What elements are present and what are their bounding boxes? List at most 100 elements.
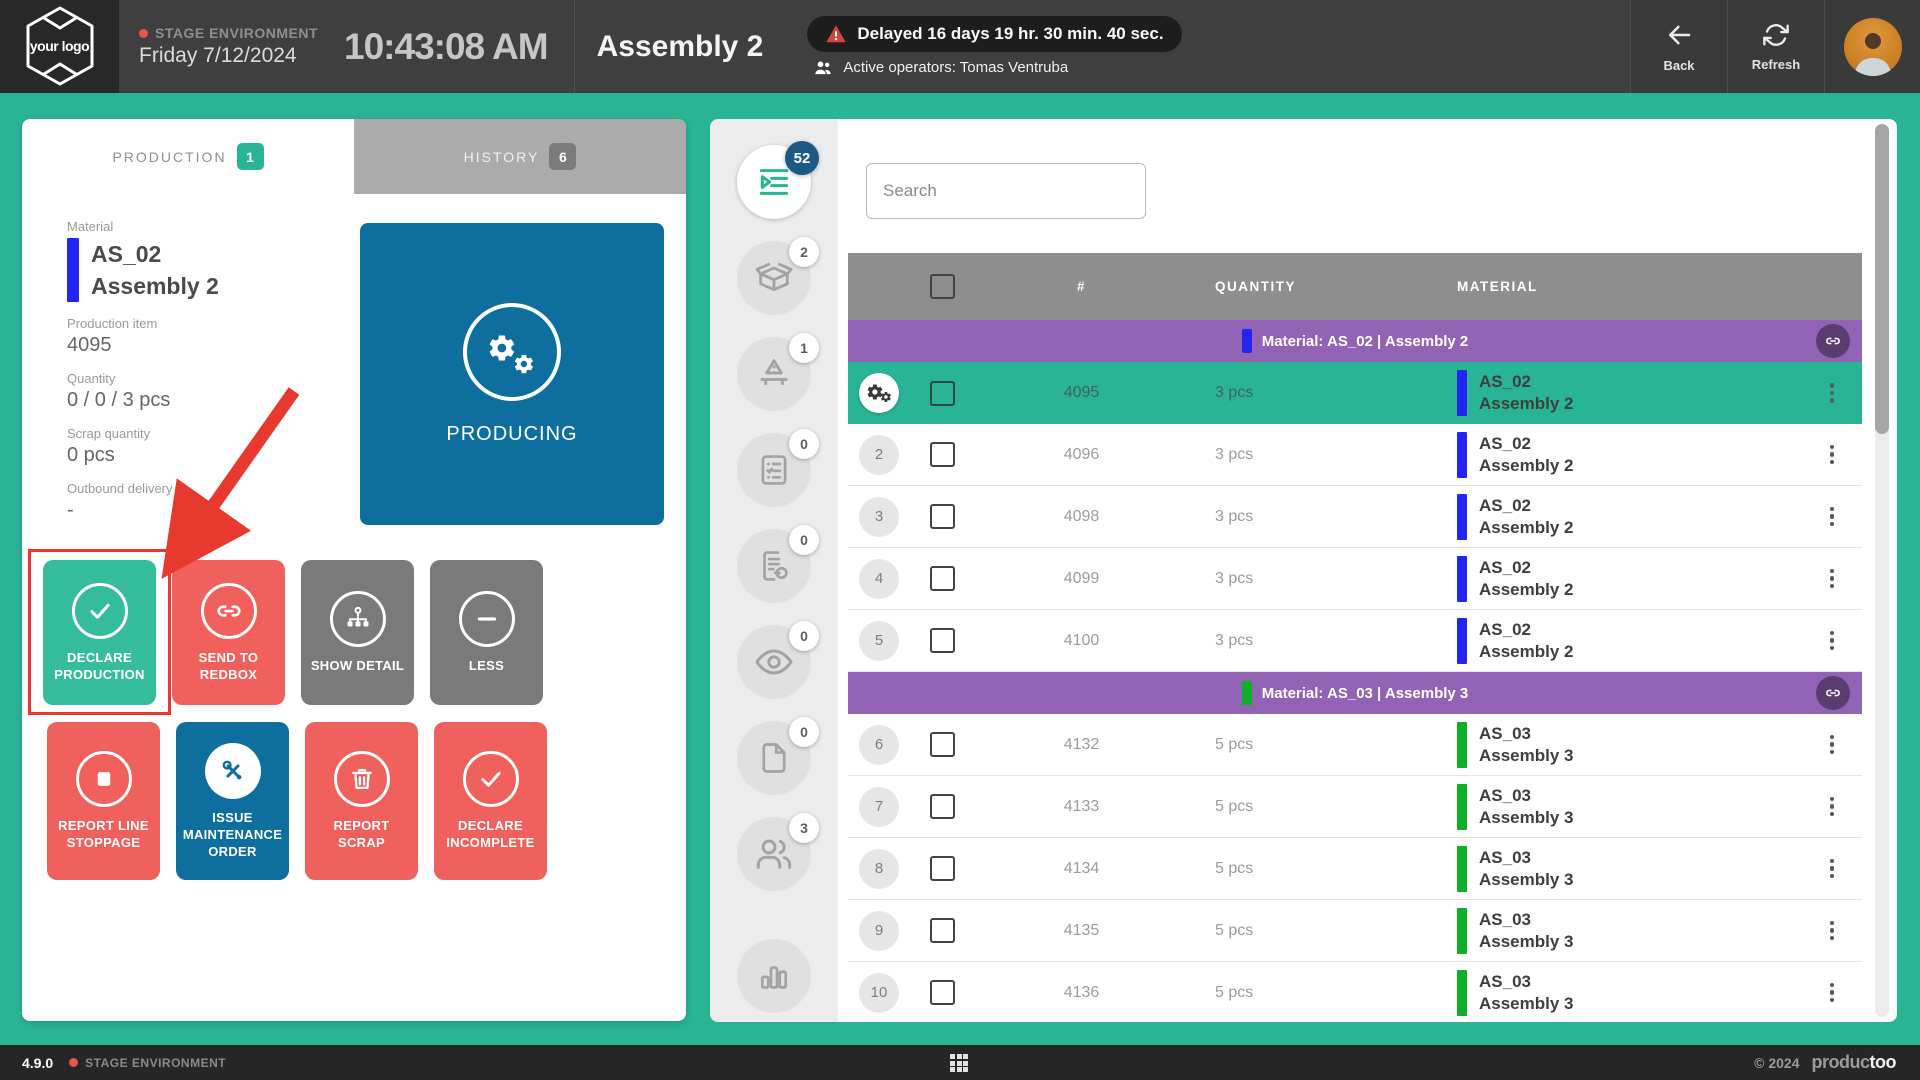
row-menu-kebab[interactable]: [1824, 977, 1841, 1009]
toolbar-line-alerts[interactable]: 1: [737, 337, 811, 411]
avatar[interactable]: [1844, 18, 1902, 76]
row-checkbox[interactable]: [930, 980, 955, 1005]
column-header-number[interactable]: #: [974, 279, 1189, 294]
table-row[interactable]: 641325 pcsAS_03Assembly 3: [848, 714, 1862, 776]
issue-maintenance-order-button[interactable]: ISSUE MAINTENANCE ORDER: [176, 722, 289, 880]
row-material: AS_03Assembly 3: [1479, 971, 1574, 1015]
refresh-icon: [1762, 21, 1790, 49]
table-row[interactable]: 841345 pcsAS_03Assembly 3: [848, 838, 1862, 900]
search-input[interactable]: [866, 163, 1146, 219]
row-quantity: 5 pcs: [1189, 736, 1379, 754]
table-row[interactable]: 440993 pcsAS_02Assembly 2: [848, 548, 1862, 610]
production-item-value: 4095: [67, 334, 347, 357]
row-menu-kebab[interactable]: [1824, 915, 1841, 947]
row-quantity: 3 pcs: [1189, 570, 1379, 588]
material-color-bar: [1457, 846, 1467, 892]
toolbar-inspection[interactable]: 0: [737, 625, 811, 699]
row-menu-kebab[interactable]: [1824, 563, 1841, 595]
table-row[interactable]: 1041365 pcsAS_03Assembly 3: [848, 962, 1862, 1022]
table-row[interactable]: 40953 pcsAS_02Assembly 2: [848, 362, 1862, 424]
send-to-redbox-button[interactable]: SEND TO REDBOX: [172, 560, 285, 705]
environment-block: STAGE ENVIRONMENT Friday 7/12/2024: [139, 25, 318, 68]
group-link-button[interactable]: [1816, 676, 1850, 710]
row-material: AS_02Assembly 2: [1479, 557, 1574, 601]
user-menu[interactable]: [1824, 0, 1920, 93]
outbound-delivery-value: -: [67, 499, 347, 522]
table-row[interactable]: 340983 pcsAS_02Assembly 2: [848, 486, 1862, 548]
declare-production-button[interactable]: DECLARE PRODUCTION: [43, 560, 156, 705]
back-button[interactable]: Back: [1630, 0, 1727, 93]
refresh-button[interactable]: Refresh: [1727, 0, 1824, 93]
row-index: 3: [859, 497, 899, 537]
row-index: 7: [859, 787, 899, 827]
link-icon: [201, 583, 257, 639]
row-index: 10: [859, 973, 899, 1013]
material-color-chip: [1242, 681, 1252, 705]
row-checkbox[interactable]: [930, 918, 955, 943]
status-bar: 4.9.0 STAGE ENVIRONMENT © 2024 productoo: [0, 1045, 1920, 1080]
table-scrollbar[interactable]: [1875, 124, 1889, 1017]
row-quantity: 3 pcs: [1189, 446, 1379, 464]
row-menu-kebab[interactable]: [1824, 729, 1841, 761]
row-checkbox[interactable]: [930, 628, 955, 653]
toolbar-packaging[interactable]: 2: [737, 241, 811, 315]
active-operators-text: Active operators: Tomas Ventruba: [843, 59, 1068, 76]
scrollbar-thumb[interactable]: [1875, 124, 1889, 434]
company-logo[interactable]: your logo: [0, 0, 119, 93]
less-button[interactable]: LESS: [430, 560, 543, 705]
environment-status-dot: [139, 29, 148, 38]
order-table: # QUANTITY MATERIAL Material: AS_02 | As…: [848, 253, 1862, 1022]
column-header-material[interactable]: MATERIAL: [1379, 279, 1802, 294]
row-index: 2: [859, 435, 899, 475]
row-checkbox[interactable]: [930, 381, 955, 406]
declare-incomplete-button[interactable]: DECLARE INCOMPLETE: [434, 722, 547, 880]
toolbar-production-queue[interactable]: 52: [737, 145, 811, 219]
producing-status-tile[interactable]: PRODUCING: [360, 223, 664, 525]
report-scrap-button[interactable]: REPORT SCRAP: [305, 722, 418, 880]
column-header-quantity[interactable]: QUANTITY: [1189, 279, 1379, 294]
order-table-body: Material: AS_02 | Assembly 240953 pcsAS_…: [848, 320, 1862, 1022]
apps-grid-icon[interactable]: [950, 1054, 968, 1072]
toolbar-operators[interactable]: 3: [737, 817, 811, 891]
panel-tabs: PRODUCTION 1 HISTORY 6: [22, 119, 686, 194]
material-color-bar: [1457, 722, 1467, 768]
row-menu-kebab[interactable]: [1824, 377, 1841, 409]
clock: 10:43:08 AM: [344, 26, 548, 68]
row-menu-kebab[interactable]: [1824, 853, 1841, 885]
tab-production[interactable]: PRODUCTION 1: [22, 119, 354, 194]
row-checkbox[interactable]: [930, 794, 955, 819]
table-row[interactable]: 741335 pcsAS_03Assembly 3: [848, 776, 1862, 838]
table-row[interactable]: 240963 pcsAS_02Assembly 2: [848, 424, 1862, 486]
tab-history[interactable]: HISTORY 6: [354, 119, 686, 194]
row-quantity: 3 pcs: [1189, 384, 1379, 402]
link-icon: [1824, 332, 1842, 350]
row-menu-kebab[interactable]: [1824, 501, 1841, 533]
report-line-stoppage-button[interactable]: REPORT LINE STOPPAGE: [47, 722, 160, 880]
row-checkbox[interactable]: [930, 442, 955, 467]
row-menu-kebab[interactable]: [1824, 791, 1841, 823]
row-menu-kebab[interactable]: [1824, 625, 1841, 657]
group-link-button[interactable]: [1816, 324, 1850, 358]
row-index: 8: [859, 849, 899, 889]
row-checkbox[interactable]: [930, 566, 955, 591]
toolbar-documents[interactable]: 0: [737, 721, 811, 795]
select-all-checkbox[interactable]: [930, 274, 955, 299]
statistics-icon: [737, 939, 811, 1013]
row-checkbox[interactable]: [930, 732, 955, 757]
show-detail-button[interactable]: SHOW DETAIL: [301, 560, 414, 705]
production-count-badge: 1: [237, 143, 264, 170]
material-color-bar: [1457, 494, 1467, 540]
row-checkbox[interactable]: [930, 504, 955, 529]
row-checkbox[interactable]: [930, 856, 955, 881]
environment-status-dot: [69, 1058, 78, 1067]
toolbar-statistics[interactable]: [737, 939, 811, 1013]
back-arrow-icon: [1664, 20, 1694, 50]
row-menu-kebab[interactable]: [1824, 439, 1841, 471]
table-row[interactable]: 941355 pcsAS_03Assembly 3: [848, 900, 1862, 962]
toolbar-document-actions[interactable]: 0: [737, 529, 811, 603]
footer-environment-label: STAGE ENVIRONMENT: [85, 1056, 226, 1070]
row-item-number: 4134: [974, 860, 1189, 878]
stop-icon: [76, 751, 132, 807]
toolbar-checklist[interactable]: 0: [737, 433, 811, 507]
table-row[interactable]: 541003 pcsAS_02Assembly 2: [848, 610, 1862, 672]
